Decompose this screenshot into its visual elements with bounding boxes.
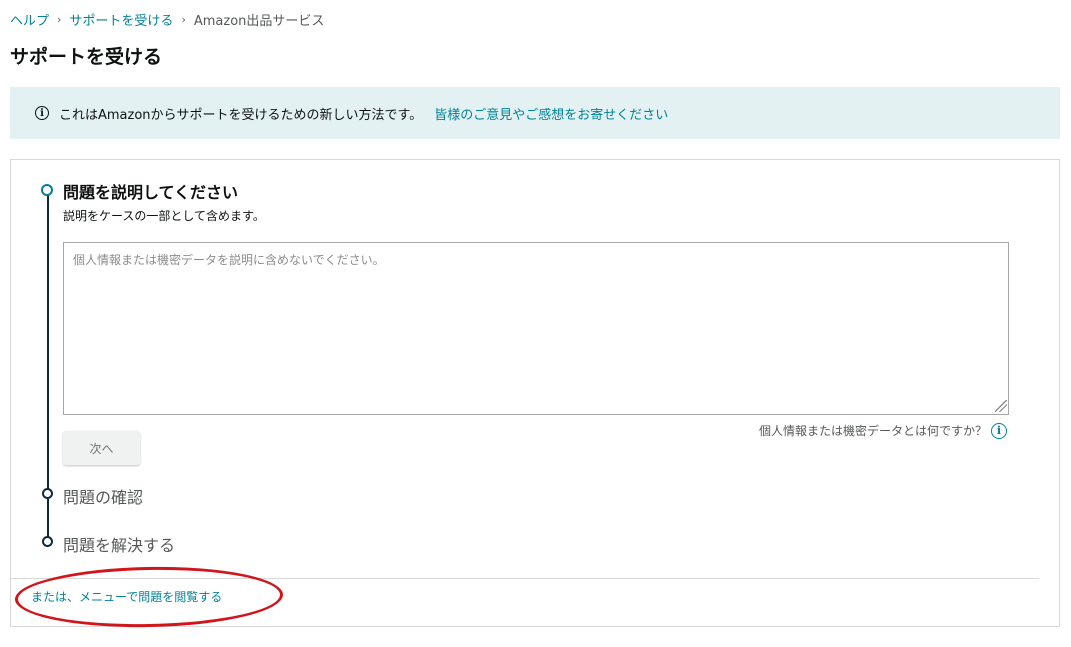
- sensitive-data-help-text: 個人情報または機密データとは何ですか？: [758, 424, 987, 438]
- breadcrumb: ヘルプ › サポートを受ける › Amazon出品サービス: [10, 10, 324, 29]
- sensitive-data-help: 個人情報または機密データとは何ですか？ i: [759, 422, 1007, 439]
- help-info-icon[interactable]: i: [991, 422, 1007, 439]
- step2-indicator-icon: [42, 488, 53, 499]
- step3-label: 問題を解決する: [63, 536, 176, 555]
- info-banner-text: これはAmazonからサポートを受けるための新しい方法です。: [59, 107, 423, 123]
- breadcrumb-get-support-link[interactable]: サポートを受ける: [69, 10, 173, 29]
- breadcrumb-help-link[interactable]: ヘルプ: [10, 10, 49, 29]
- step1-indicator-icon: [41, 184, 53, 196]
- breadcrumb-current: Amazon出品サービス: [193, 14, 325, 29]
- support-steps-card: 問題を説明してください 説明をケースの一部として含めます。 次へ 個人情報または…: [10, 159, 1060, 630]
- step1-subtitle: 説明をケースの一部として含めます。: [63, 209, 265, 223]
- step1-title: 問題を説明してください: [63, 183, 239, 202]
- divider: [11, 578, 1039, 579]
- next-button[interactable]: 次へ: [63, 431, 140, 465]
- info-icon: i: [35, 106, 49, 120]
- step3-indicator-icon: [42, 536, 53, 547]
- page-title: サポートを受ける: [10, 46, 163, 68]
- problem-description-input[interactable]: [63, 242, 1009, 415]
- breadcrumb-separator-icon: ›: [181, 13, 186, 26]
- feedback-link[interactable]: 皆様のご意見やご感想をお寄せください: [434, 104, 668, 123]
- breadcrumb-separator-icon: ›: [57, 13, 62, 26]
- info-banner: i これはAmazonからサポートを受けるための新しい方法です。 皆様のご意見や…: [10, 87, 1060, 139]
- step2-label: 問題の確認: [63, 488, 144, 507]
- browse-issues-menu-link[interactable]: または、メニューで問題を閲覧する: [31, 588, 222, 605]
